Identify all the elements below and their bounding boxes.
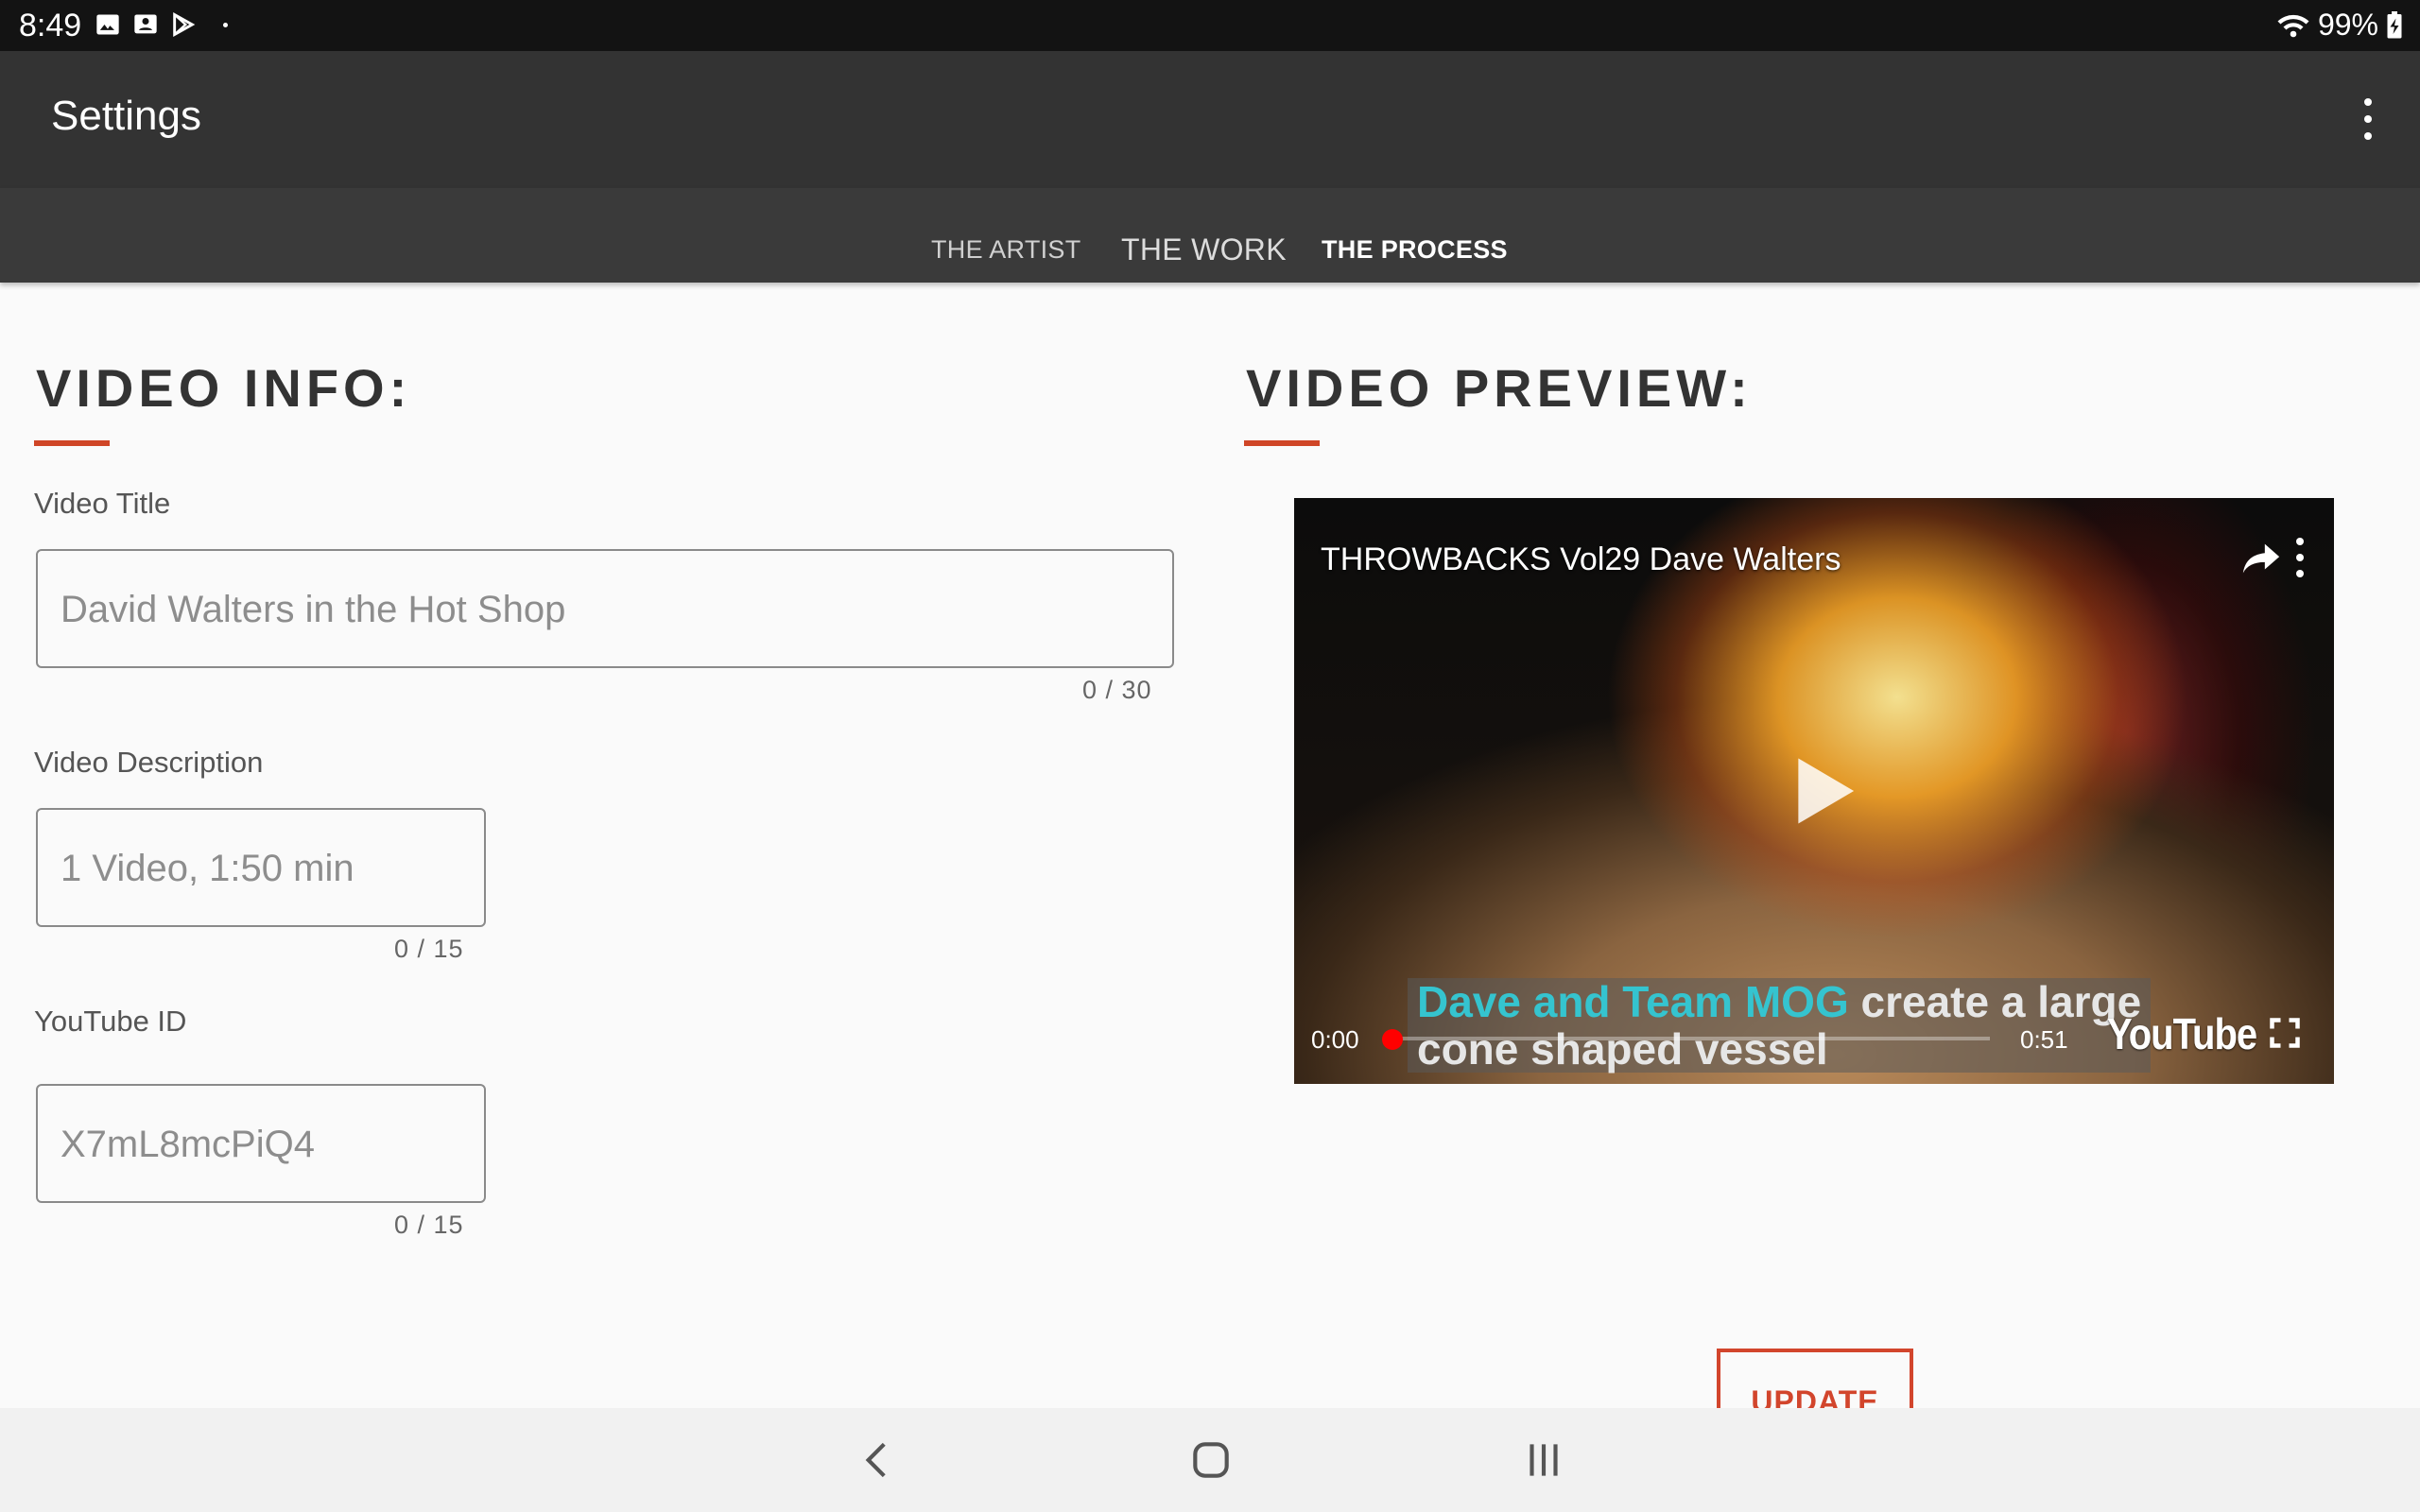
video-description-counter: 0 / 15 — [394, 935, 464, 963]
video-title-field[interactable]: David Walters in the Hot Shop — [36, 549, 1174, 668]
wifi-icon — [2277, 14, 2309, 37]
video-progress-bar[interactable] — [1392, 1037, 1990, 1040]
video-description-field[interactable]: 1 Video, 1:50 min — [36, 808, 486, 927]
status-bar: 8:49 99% — [0, 0, 2420, 51]
heading-underline — [1244, 440, 1320, 446]
video-title-counter: 0 / 30 — [1082, 676, 1152, 704]
caption-rest: create a large — [1848, 977, 2142, 1026]
youtube-id-value: X7mL8mcPiQ4 — [60, 1124, 315, 1165]
video-time-current: 0:00 — [1311, 1025, 1359, 1054]
battery-charging-icon — [2387, 10, 2402, 38]
video-title-label: Video Title — [34, 487, 171, 520]
tab-the-artist[interactable]: THE ARTIST — [931, 235, 1081, 265]
video-info-heading: VIDEO INFO: — [36, 358, 412, 418]
video-preview-heading: VIDEO PREVIEW: — [1246, 358, 1753, 418]
video-player[interactable]: THROWBACKS Vol29 Dave Walters Dave and T… — [1294, 498, 2334, 1084]
video-scrubber-handle[interactable] — [1382, 1029, 1403, 1050]
video-player-title[interactable]: THROWBACKS Vol29 Dave Walters — [1321, 541, 1841, 578]
heading-underline — [34, 440, 110, 446]
video-title-value: David Walters in the Hot Shop — [60, 589, 566, 630]
recent-apps-icon[interactable] — [1520, 1436, 1567, 1484]
fullscreen-icon[interactable] — [2268, 1016, 2302, 1050]
video-description-label: Video Description — [34, 746, 264, 779]
more-notifications-dot — [223, 22, 228, 27]
play-icon[interactable] — [1791, 755, 1858, 827]
contact-card-icon — [134, 14, 157, 34]
tab-the-work[interactable]: THE WORK — [1121, 232, 1287, 267]
video-time-total: 0:51 — [2020, 1025, 2068, 1054]
status-time: 8:49 — [19, 8, 82, 43]
tab-bar: THE ARTIST THE WORK THE PROCESS — [0, 188, 2420, 283]
tab-the-process[interactable]: THE PROCESS — [1322, 235, 1508, 265]
youtube-id-label: YouTube ID — [34, 1005, 187, 1038]
app-bar: Settings — [0, 51, 2420, 188]
play-store-icon — [173, 12, 196, 37]
video-more-icon[interactable] — [2289, 538, 2311, 577]
page-title: Settings — [51, 93, 201, 139]
share-icon[interactable] — [2239, 540, 2283, 577]
youtube-id-field[interactable]: X7mL8mcPiQ4 — [36, 1084, 486, 1203]
youtube-logo[interactable]: YouTube — [2107, 1011, 2257, 1060]
overflow-menu-icon[interactable] — [2354, 98, 2382, 140]
home-icon[interactable] — [1187, 1436, 1235, 1484]
notification-icons — [95, 11, 228, 38]
back-icon[interactable] — [855, 1436, 902, 1484]
system-nav-bar — [0, 1408, 2420, 1512]
gallery-icon — [96, 14, 119, 35]
video-description-value: 1 Video, 1:50 min — [60, 848, 354, 889]
youtube-id-counter: 0 / 15 — [394, 1211, 464, 1239]
status-right: 99% — [2276, 8, 2403, 43]
battery-percent: 99% — [2317, 8, 2378, 42]
caption-highlight: Dave and Team MOG — [1417, 977, 1849, 1026]
